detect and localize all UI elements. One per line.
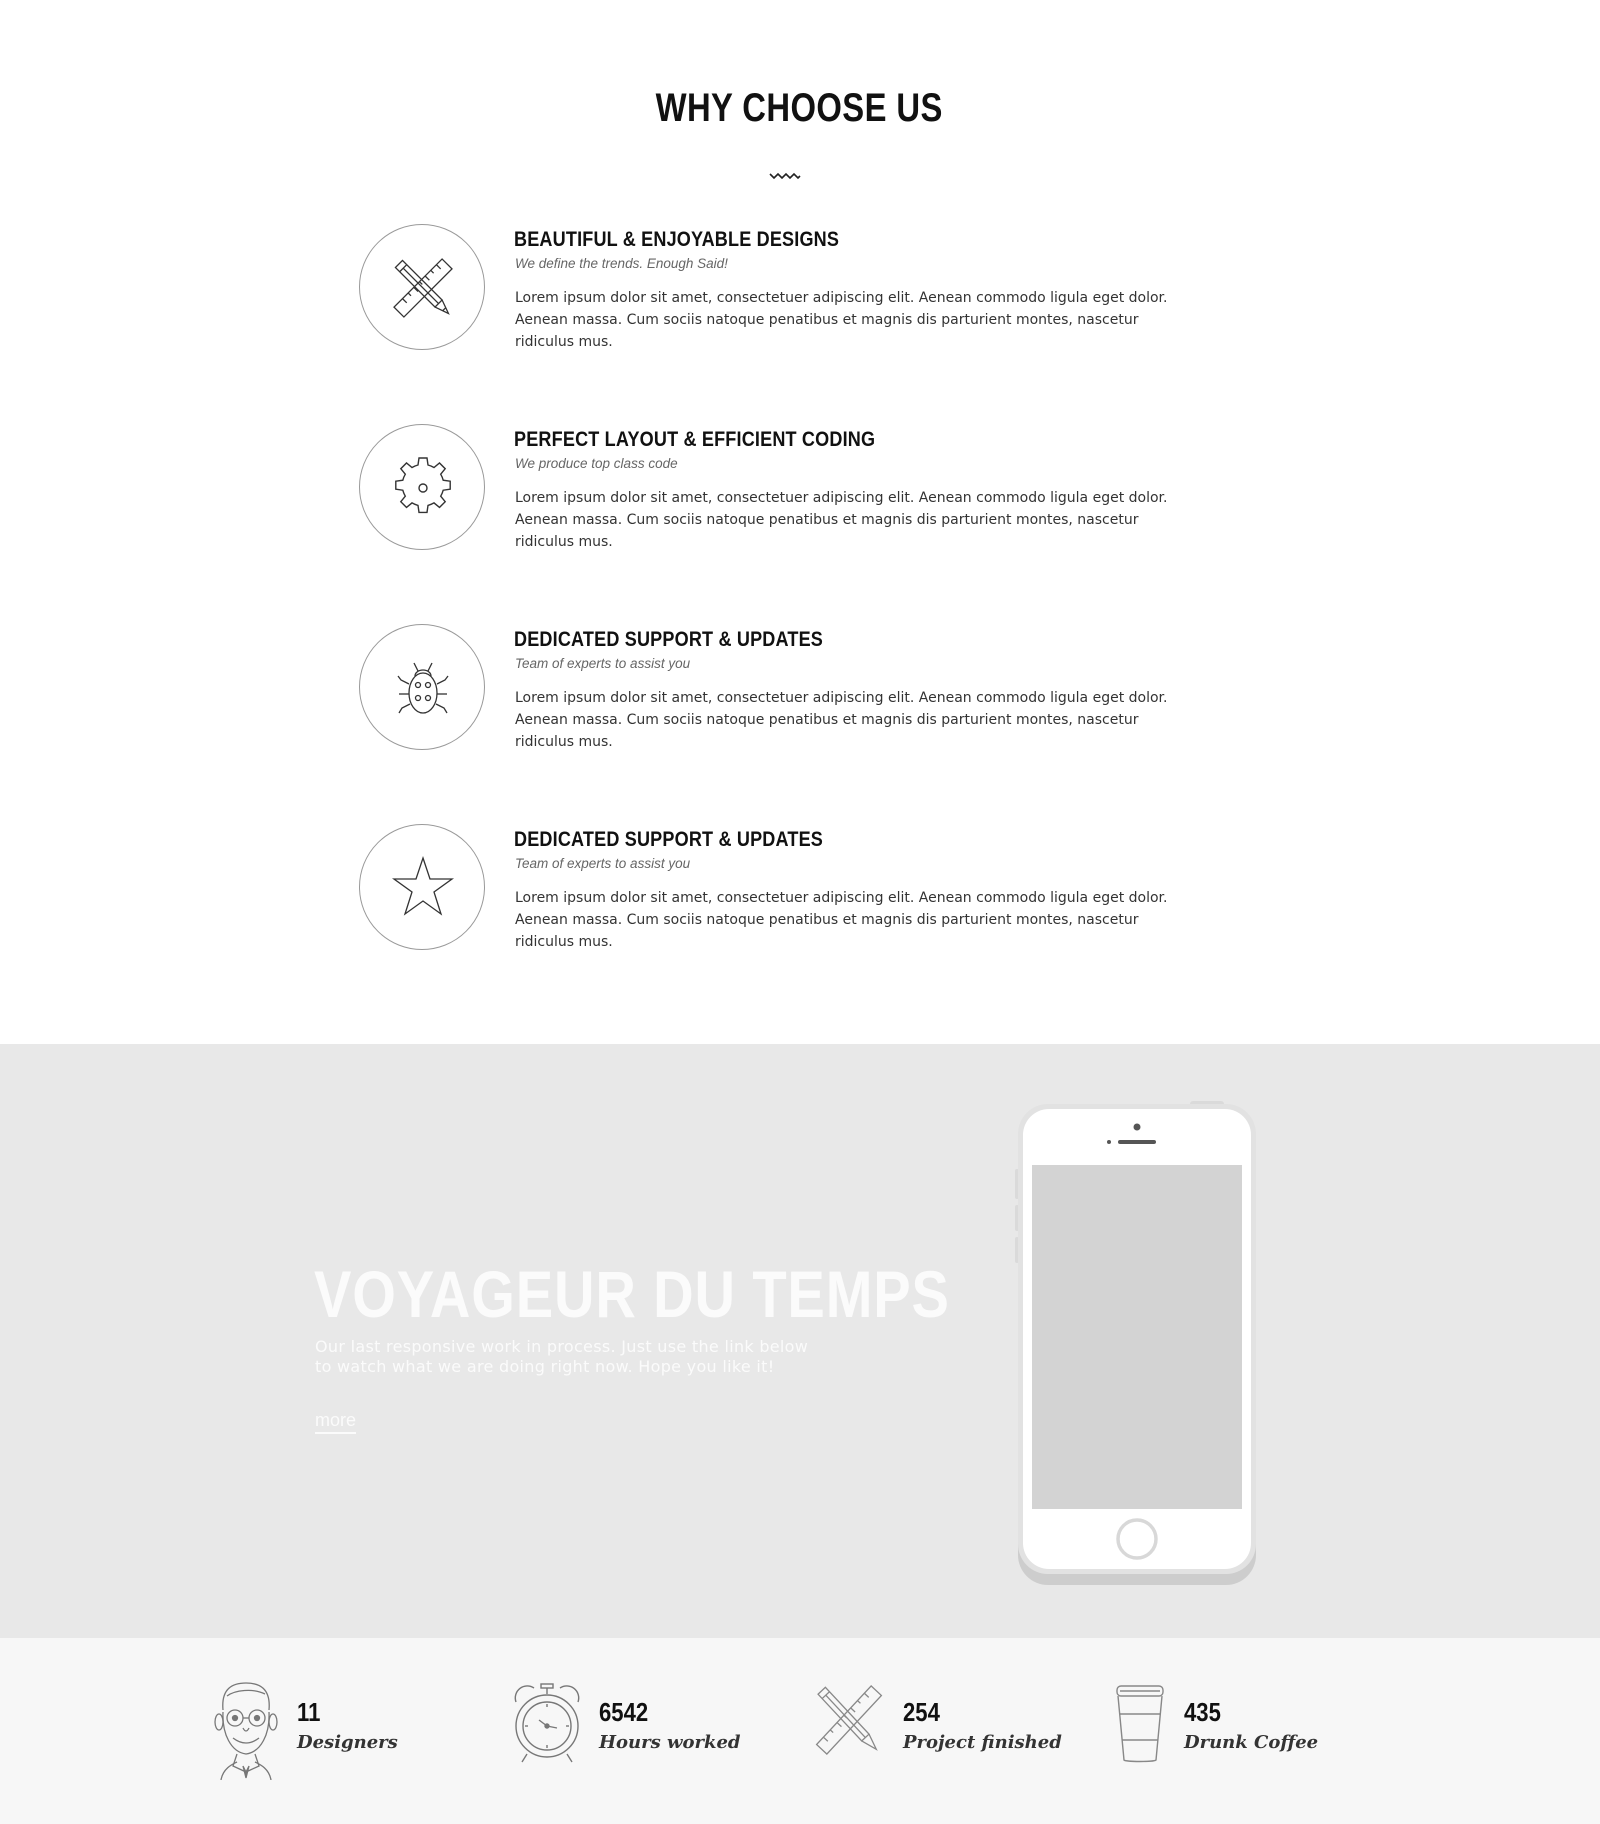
stat-value: 11 <box>297 1697 321 1727</box>
section-title: WHY CHOOSE US <box>655 86 943 130</box>
bug-icon <box>397 662 449 714</box>
squiggle-divider-icon <box>769 172 801 180</box>
feature-title: DEDICATED SUPPORT & UPDATES <box>514 628 824 651</box>
stat-value: 254 <box>903 1697 940 1727</box>
feature-subtitle: We define the trends. Enough Said! <box>515 256 728 271</box>
feature-subtitle: We produce top class code <box>515 456 678 471</box>
feature-item: DEDICATED SUPPORT & UPDATES Team of expe… <box>359 624 1259 750</box>
feature-title: BEAUTIFUL & ENJOYABLE DESIGNS <box>514 228 840 251</box>
promo-description-line: Our last responsive work in process. Jus… <box>315 1337 809 1356</box>
stat-label: Drunk Coffee <box>1184 1732 1319 1753</box>
stat-label: Hours worked <box>599 1732 741 1753</box>
feature-title: PERFECT LAYOUT & EFFICIENT CODING <box>514 428 876 451</box>
stats-section: 11 Designers 6542 Hours worked 254 Proje… <box>0 1638 1600 1824</box>
feature-item: PERFECT LAYOUT & EFFICIENT CODING We pro… <box>359 424 1259 550</box>
promo-title: VOYAGEUR DU TEMPS <box>314 1257 950 1331</box>
stat-label: Project finished <box>903 1732 1062 1753</box>
alarm-clock-icon <box>514 1683 580 1763</box>
promo-section: VOYAGEUR DU TEMPS Our last responsive wo… <box>0 1044 1600 1638</box>
feature-subtitle: Team of experts to assist you <box>515 656 691 671</box>
gear-icon <box>395 457 451 514</box>
feature-description: Lorem ipsum dolor sit amet, consectetuer… <box>515 490 1168 550</box>
pencil-ruler-icon <box>815 1685 883 1755</box>
feature-item: BEAUTIFUL & ENJOYABLE DESIGNS We define … <box>359 224 1259 350</box>
feature-icon-circle <box>359 624 485 750</box>
feature-description: Lorem ipsum dolor sit amet, consectetuer… <box>515 890 1168 950</box>
promo-description: Our last responsive work in process. Jus… <box>315 1337 815 1377</box>
feature-icon-circle <box>359 424 485 550</box>
promo-description-line: to watch what we are doing right now. Ho… <box>315 1357 775 1376</box>
pencil-ruler-icon <box>393 258 453 318</box>
coffee-cup-icon <box>1116 1685 1164 1763</box>
stat-label: Designers <box>297 1732 398 1753</box>
feature-description: Lorem ipsum dolor sit amet, consectetuer… <box>515 290 1168 350</box>
star-icon <box>391 855 455 916</box>
stat-value: 6542 <box>599 1697 649 1727</box>
feature-icon-circle <box>359 824 485 950</box>
more-link[interactable]: more <box>315 1410 357 1434</box>
feature-subtitle: Team of experts to assist you <box>515 856 691 871</box>
stat-value: 435 <box>1184 1697 1221 1727</box>
smartphone-icon <box>1015 1101 1256 1585</box>
designer-face-icon <box>214 1682 278 1780</box>
why-choose-us-section: WHY CHOOSE US BEAUTIFUL & ENJOYABLE DESI… <box>0 0 1600 1044</box>
feature-item: DEDICATED SUPPORT & UPDATES Team of expe… <box>359 824 1259 950</box>
feature-description: Lorem ipsum dolor sit amet, consectetuer… <box>515 690 1168 750</box>
feature-icon-circle <box>359 224 485 350</box>
feature-title: DEDICATED SUPPORT & UPDATES <box>514 828 824 851</box>
